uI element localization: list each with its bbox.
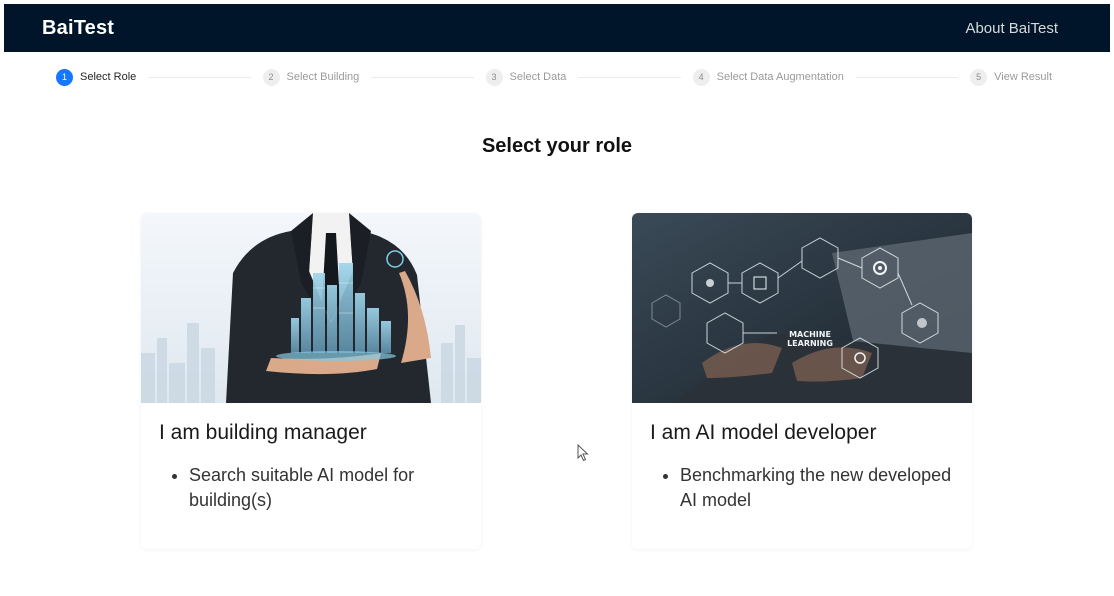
step-connector — [148, 76, 251, 78]
card-bullet-list: Benchmarking the new developed AI model — [680, 463, 972, 513]
step-select-data-augmentation[interactable]: 4 Select Data Augmentation — [692, 68, 844, 86]
step-label: Select Role — [80, 71, 137, 83]
machine-learning-label: MACHINE — [789, 330, 831, 339]
step-number: 5 — [970, 68, 988, 86]
card-bullet-list: Search suitable AI model for building(s) — [189, 463, 481, 513]
building-manager-image — [141, 213, 481, 403]
top-navbar: BaiTest About BaiTest — [4, 4, 1110, 52]
step-number: 2 — [262, 68, 280, 86]
card-bullet: Benchmarking the new developed AI model — [680, 463, 952, 513]
step-number: 3 — [485, 68, 503, 86]
step-label: Select Data Augmentation — [716, 71, 844, 83]
step-connector — [371, 76, 474, 78]
machine-learning-label: LEARNING — [787, 339, 833, 348]
step-label: Select Building — [286, 71, 360, 83]
card-title: I am AI model developer — [650, 421, 877, 444]
step-number: 4 — [692, 68, 710, 86]
step-number: 1 — [56, 68, 73, 86]
mouse-cursor-icon — [577, 444, 589, 462]
step-select-role[interactable]: 1 Select Role — [56, 68, 137, 86]
ai-developer-image: MACHINE LEARNING — [632, 213, 972, 403]
step-select-building[interactable]: 2 Select Building — [262, 68, 360, 86]
step-label: Select Data — [509, 71, 567, 83]
page-heading: Select your role — [481, 135, 633, 157]
step-label: View Result — [994, 71, 1053, 83]
card-title: I am building manager — [159, 421, 367, 444]
steps-progress: 1 Select Role 2 Select Building 3 Select… — [56, 67, 1052, 87]
step-select-data[interactable]: 3 Select Data — [485, 68, 567, 86]
step-connector — [578, 76, 681, 78]
step-connector — [855, 76, 959, 78]
role-card-building-manager[interactable]: I am building manager Search suitable AI… — [141, 213, 481, 549]
role-card-ai-developer[interactable]: MACHINE LEARNING I am AI model developer… — [632, 213, 972, 549]
card-bullet: Search suitable AI model for building(s) — [189, 463, 461, 513]
step-view-result[interactable]: 5 View Result — [970, 68, 1053, 86]
brand-logo[interactable]: BaiTest — [42, 17, 114, 40]
about-link[interactable]: About BaiTest — [965, 20, 1058, 37]
